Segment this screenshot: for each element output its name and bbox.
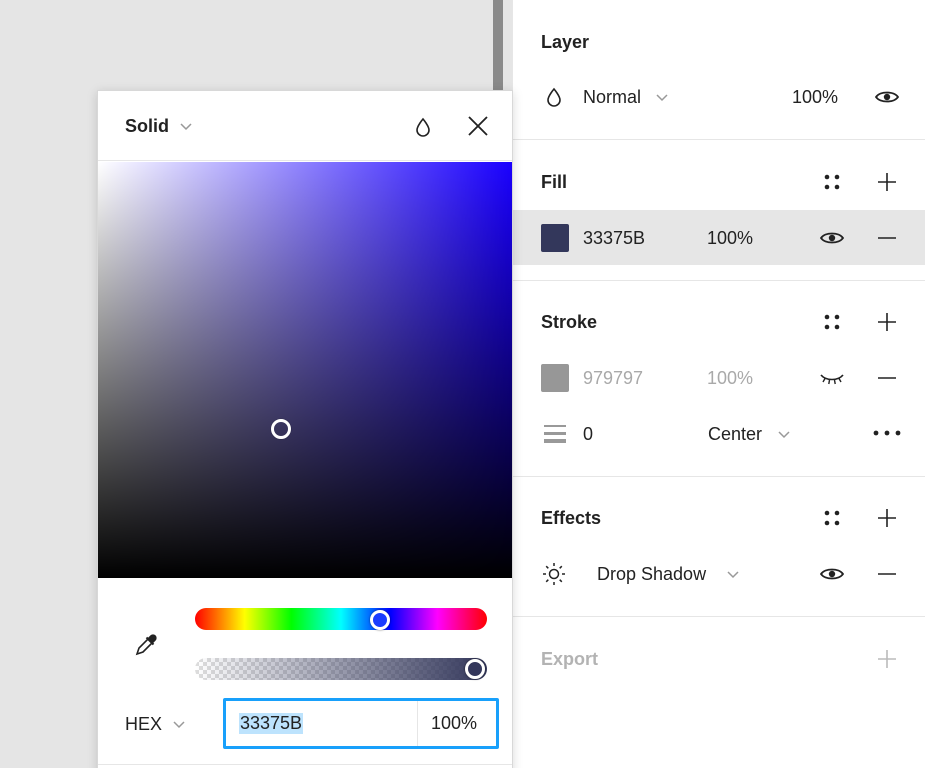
properties-panel: Layer Normal 100% Fill 33375B 100% Strok… [512, 0, 925, 768]
saturation-handle[interactable] [271, 419, 291, 439]
fill-visibility-eye-icon[interactable] [819, 227, 845, 249]
section-divider [513, 616, 925, 617]
stroke-hex-value[interactable]: 979797 [583, 368, 643, 389]
fill-section-title: Fill [541, 172, 567, 192]
blend-drop-icon[interactable] [412, 115, 434, 139]
remove-stroke-minus-icon[interactable] [876, 367, 898, 389]
stroke-style-grid-icon[interactable] [821, 311, 843, 333]
hex-input[interactable]: 33375B [239, 713, 304, 734]
picker-header: Solid [98, 91, 512, 161]
add-export-plus-icon[interactable] [876, 648, 898, 670]
color-picker-popover: Solid HEX 33375B 100% [97, 90, 513, 768]
section-divider [513, 476, 925, 477]
blend-mode-drop-icon [543, 86, 565, 108]
add-effect-plus-icon[interactable] [876, 507, 898, 529]
add-stroke-plus-icon[interactable] [876, 311, 898, 333]
opacity-input[interactable]: 100% [431, 713, 477, 734]
chevron-down-icon[interactable] [171, 717, 187, 733]
opacity-slider-handle[interactable] [465, 659, 485, 679]
fill-type-dropdown[interactable]: Solid [125, 116, 169, 137]
chevron-down-icon[interactable] [776, 427, 792, 443]
fill-color-swatch[interactable] [541, 224, 569, 252]
add-fill-plus-icon[interactable] [876, 171, 898, 193]
effects-section-title: Effects [541, 508, 602, 528]
layer-section-title: Layer [541, 32, 590, 52]
layer-visibility-eye-icon[interactable] [874, 86, 900, 108]
chevron-down-icon[interactable] [178, 119, 194, 135]
opacity-slider[interactable] [195, 658, 487, 680]
canvas-scrollbar[interactable] [493, 0, 503, 95]
effect-type-dropdown[interactable]: Drop Shadow [597, 564, 706, 585]
section-divider [513, 280, 925, 281]
fill-opacity-value[interactable]: 100% [707, 228, 753, 249]
hex-input-box[interactable]: 33375B 100% [223, 698, 499, 749]
fill-hex-value[interactable]: 33375B [583, 228, 645, 249]
eyedropper-icon[interactable] [132, 629, 162, 659]
stroke-section-title: Stroke [541, 312, 598, 332]
export-section-title: Export [541, 649, 599, 669]
saturation-brightness-area[interactable] [98, 162, 512, 578]
hue-slider[interactable] [195, 608, 487, 630]
more-options-icon[interactable] [872, 423, 902, 443]
fill-style-grid-icon[interactable] [821, 171, 843, 193]
remove-effect-minus-icon[interactable] [876, 563, 898, 585]
stroke-hidden-eye-closed-icon[interactable] [819, 368, 845, 388]
section-divider [513, 139, 925, 140]
close-icon[interactable] [466, 114, 490, 138]
picker-bottom-divider [98, 764, 512, 765]
chevron-down-icon[interactable] [725, 567, 741, 583]
hue-slider-handle[interactable] [370, 610, 390, 630]
stroke-opacity-value[interactable]: 100% [707, 368, 753, 389]
stroke-weight-icon [543, 423, 567, 445]
opacity-gradient [195, 658, 487, 680]
effects-style-grid-icon[interactable] [821, 507, 843, 529]
blend-mode-dropdown[interactable]: Normal [583, 87, 641, 108]
remove-fill-minus-icon[interactable] [876, 227, 898, 249]
hex-separator [417, 701, 418, 746]
effect-visibility-eye-icon[interactable] [819, 563, 845, 585]
layer-opacity-value[interactable]: 100% [792, 87, 838, 108]
stroke-weight-value[interactable]: 0 [583, 424, 593, 445]
stroke-color-swatch[interactable] [541, 364, 569, 392]
chevron-down-icon[interactable] [654, 90, 670, 106]
color-format-dropdown[interactable]: HEX [125, 714, 162, 735]
effect-sun-icon[interactable] [541, 561, 567, 587]
stroke-position-dropdown[interactable]: Center [708, 424, 762, 445]
